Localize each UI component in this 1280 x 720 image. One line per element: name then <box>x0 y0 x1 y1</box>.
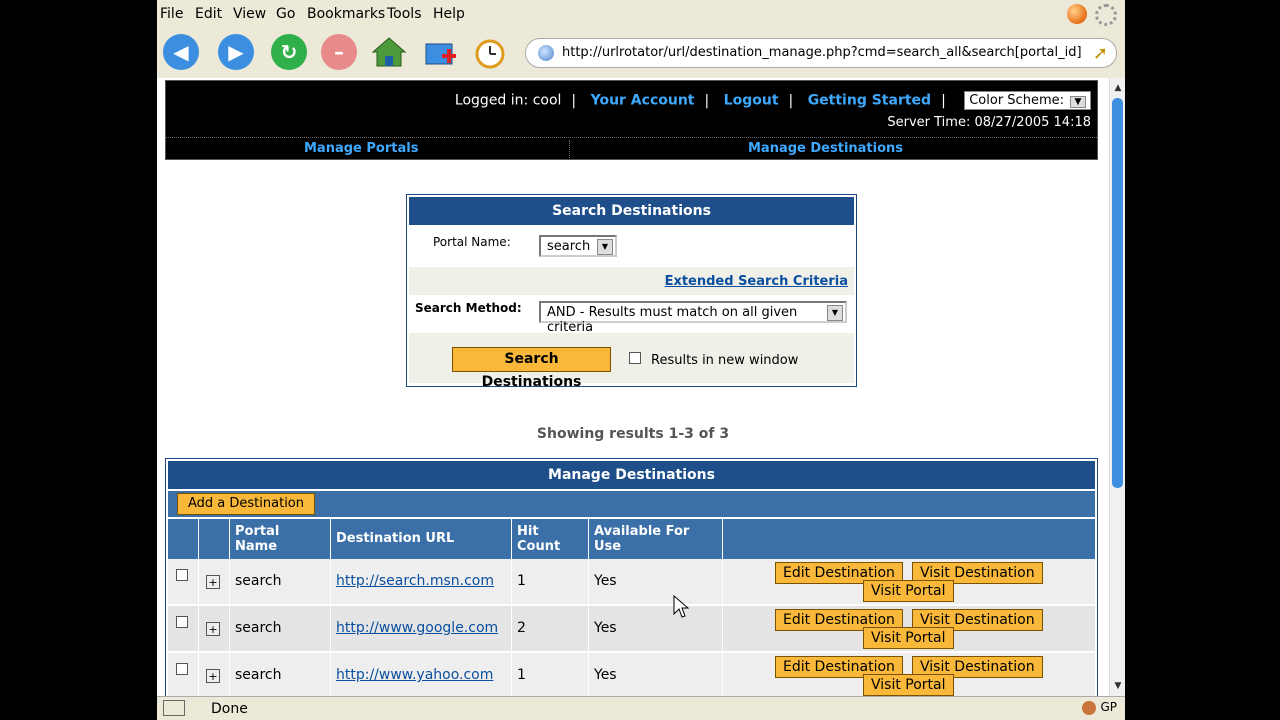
col-destination-url: Destination URL <box>331 519 512 559</box>
home-icon <box>371 37 407 67</box>
back-arrow-icon: ◀ <box>163 34 199 70</box>
add-destination-button[interactable]: Add a Destination <box>177 493 315 515</box>
chevron-down-icon: ▼ <box>597 239 613 255</box>
table-header: Portal Name Destination URL Hit Count Av… <box>168 519 1095 559</box>
server-time: Server Time: 08/27/2005 14:18 <box>887 115 1091 130</box>
alarm-clock-button[interactable] <box>469 31 511 73</box>
account-bar: Logged in: cool | Your Account | Logout | G… <box>455 91 1091 110</box>
connection-status-icon <box>163 700 185 716</box>
table-row: + search http://www.yahoo.com 1 Yes Edit… <box>168 653 1095 696</box>
table-title: Manage Destinations <box>168 461 1095 489</box>
stop-button[interactable]: – <box>318 31 360 73</box>
visit-portal-button[interactable]: Visit Portal <box>863 674 954 696</box>
visit-portal-button[interactable]: Visit Portal <box>863 627 954 649</box>
results-count: Showing results 1-3 of 3 <box>536 426 730 442</box>
row-select-checkbox[interactable] <box>176 569 188 581</box>
col-available: Available For Use <box>589 519 723 559</box>
portal-name-label: Portal Name: <box>433 235 511 249</box>
search-destinations-panel: Search Destinations Portal Name: search ▼… <box>406 194 857 390</box>
destination-url-link[interactable]: http://www.yahoo.com <box>336 667 493 683</box>
scroll-up-icon[interactable]: ▲ <box>1110 80 1125 96</box>
expand-icon[interactable]: + <box>206 669 220 683</box>
home-button[interactable] <box>368 31 410 73</box>
new-window-checkbox[interactable] <box>629 352 641 364</box>
search-destinations-button[interactable]: Search Destinations <box>452 347 611 390</box>
row-available: Yes <box>589 653 723 696</box>
menu-tools[interactable]: Tools <box>387 6 422 22</box>
scroll-thumb[interactable] <box>1112 98 1123 488</box>
row-portal: search <box>230 653 331 696</box>
portal-name-select[interactable]: search ▼ <box>539 235 617 257</box>
logged-in-text: Logged in: cool <box>454 92 562 109</box>
row-hit-count: 1 <box>512 653 589 696</box>
destination-url-link[interactable]: http://www.google.com <box>336 620 498 636</box>
table-row: + search http://www.google.com 2 Yes Edi… <box>168 606 1095 652</box>
throbber-icon <box>1095 4 1117 26</box>
reload-button[interactable]: ↻ <box>268 31 310 73</box>
row-select-checkbox[interactable] <box>176 616 188 628</box>
forward-button[interactable]: ▶ <box>215 31 257 73</box>
address-bar[interactable]: http://urlrotator/url/destination_manage… <box>525 38 1117 68</box>
search-method-select[interactable]: AND - Results must match on all given cr… <box>539 301 847 335</box>
site-header: Logged in: cool | Your Account | Logout | G… <box>165 80 1098 160</box>
getting-started-link[interactable]: Getting Started <box>808 93 931 109</box>
table-row: + search http://search.msn.com 1 Yes Edi… <box>168 559 1095 605</box>
stop-icon: – <box>321 34 357 70</box>
nav-manage-portals[interactable]: Manage Portals <box>304 141 418 156</box>
new-tab-button[interactable] <box>419 31 461 73</box>
color-scheme-select[interactable]: Color Scheme: ▼ <box>964 91 1091 110</box>
chevron-down-icon: ▼ <box>1070 96 1086 108</box>
alarm-clock-icon <box>475 39 505 69</box>
logout-link[interactable]: Logout <box>724 93 779 109</box>
menu-bookmarks[interactable]: Bookmarks <box>307 6 385 22</box>
menu-go[interactable]: Go <box>276 6 295 22</box>
chevron-down-icon: ▼ <box>827 305 843 321</box>
search-method-label: Search Method: <box>415 301 522 315</box>
reload-icon: ↻ <box>271 34 307 70</box>
menu-bar: File Edit View Go Bookmarks Tools Help <box>157 0 1125 28</box>
browser-logo-icon <box>1067 4 1087 24</box>
extended-search-link[interactable]: Extended Search Criteria <box>665 274 848 289</box>
row-portal: search <box>230 606 331 651</box>
status-right-indicator: GP <box>1082 700 1117 715</box>
col-portal-name: Portal Name <box>230 519 331 559</box>
col-hit-count: Hit Count <box>512 519 589 559</box>
monkey-icon <box>1082 700 1097 715</box>
expand-icon[interactable]: + <box>206 622 220 636</box>
back-button[interactable]: ◀ <box>160 31 202 73</box>
destination-url-link[interactable]: http://search.msn.com <box>336 573 494 589</box>
menu-help[interactable]: Help <box>433 6 465 22</box>
row-available: Yes <box>589 559 723 604</box>
site-globe-icon <box>538 45 554 61</box>
status-text: Done <box>211 701 248 717</box>
browser-window: File Edit View Go Bookmarks Tools Help ◀… <box>157 0 1125 720</box>
page-content: Logged in: cool | Your Account | Logout | G… <box>157 78 1109 696</box>
your-account-link[interactable]: Your Account <box>591 93 695 109</box>
menu-file[interactable]: File <box>160 6 183 22</box>
row-select-checkbox[interactable] <box>176 663 188 675</box>
vertical-scrollbar[interactable]: ▲ ▼ <box>1109 78 1125 696</box>
new-tab-icon <box>425 43 456 65</box>
nav-manage-destinations[interactable]: Manage Destinations <box>748 141 903 156</box>
row-portal: search <box>230 559 331 604</box>
scroll-down-icon[interactable]: ▼ <box>1110 678 1125 694</box>
destinations-table: Manage Destinations Add a Destination Po… <box>165 458 1098 696</box>
forward-arrow-icon: ▶ <box>218 34 254 70</box>
row-available: Yes <box>589 606 723 651</box>
visit-portal-button[interactable]: Visit Portal <box>863 580 954 602</box>
new-window-label: Results in new window <box>651 353 799 368</box>
go-arrow-icon[interactable]: ➚ <box>1093 43 1108 64</box>
status-bar: Done GP <box>157 696 1125 720</box>
menu-view[interactable]: View <box>233 6 266 22</box>
main-nav: Manage Portals Manage Destinations <box>166 137 1097 160</box>
row-hit-count: 2 <box>512 606 589 651</box>
mouse-cursor-icon <box>673 595 689 618</box>
search-panel-title: Search Destinations <box>409 197 854 225</box>
row-hit-count: 1 <box>512 559 589 604</box>
expand-icon[interactable]: + <box>206 575 220 589</box>
menu-edit[interactable]: Edit <box>195 6 222 22</box>
address-url: http://urlrotator/url/destination_manage… <box>562 45 1082 60</box>
